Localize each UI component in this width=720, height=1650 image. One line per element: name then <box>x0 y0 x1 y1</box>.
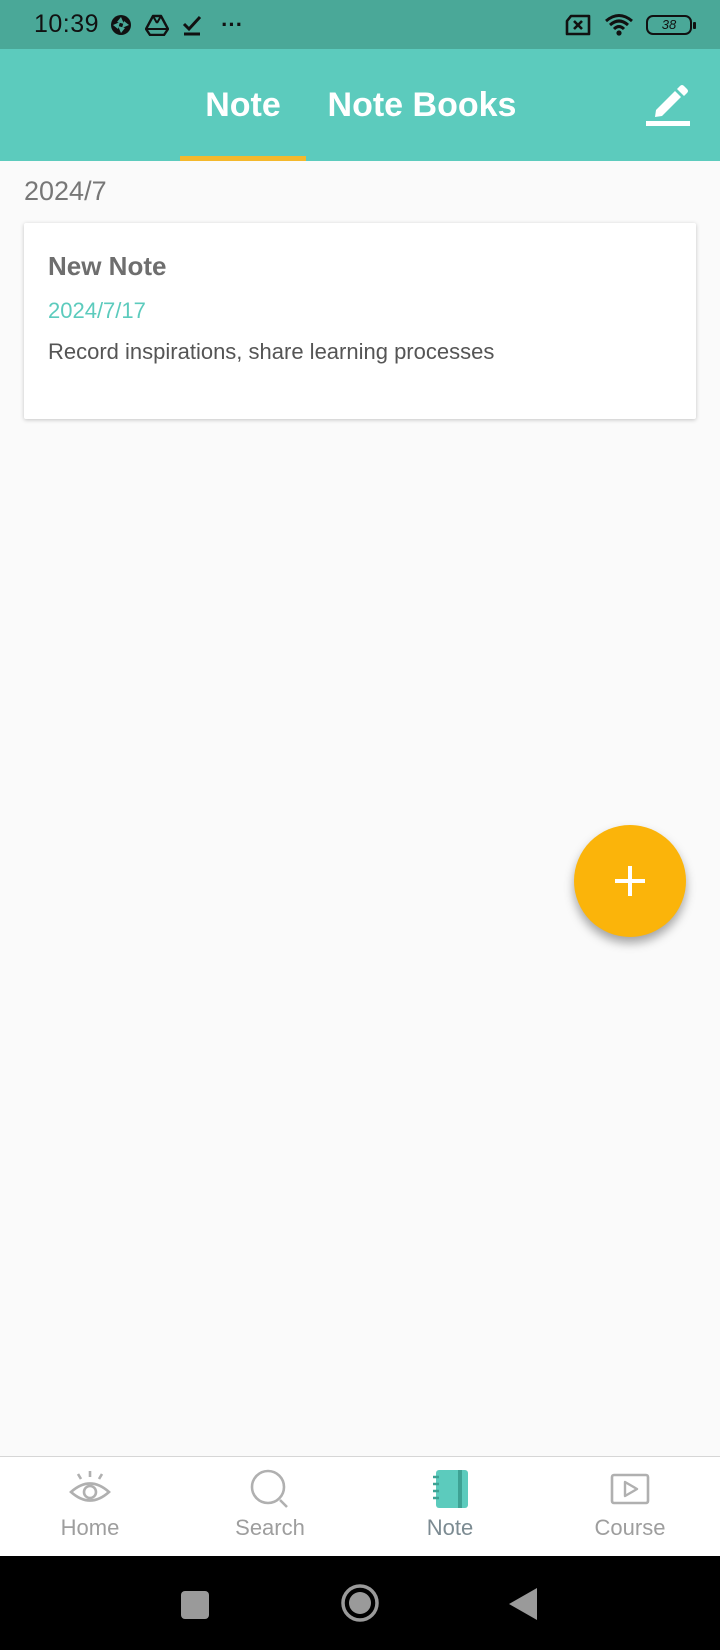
check-icon <box>183 15 202 35</box>
note-card[interactable]: New Note 2024/7/17 Record inspirations, … <box>24 223 696 419</box>
status-time: 10:39 <box>34 10 100 38</box>
back-button[interactable] <box>507 1586 539 1622</box>
nav-item-course[interactable]: Course <box>540 1457 720 1556</box>
nav-label-search: Search <box>235 1515 305 1540</box>
home-button[interactable] <box>340 1583 380 1623</box>
note-date: 2024/7/17 <box>48 298 146 323</box>
bottom-nav: Home Search Note Course <box>0 1456 720 1556</box>
status-notification-icons: ··· <box>109 12 243 38</box>
system-nav-bar <box>0 1556 720 1650</box>
nav-item-note[interactable]: Note <box>360 1457 540 1556</box>
note-preview: Record inspirations, share learning proc… <box>48 339 495 364</box>
nav-label-home: Home <box>60 1515 120 1540</box>
aperture-icon <box>111 14 132 35</box>
nav-label-note: Note <box>426 1515 474 1540</box>
plus-icon <box>615 866 645 896</box>
battery-level: 38 <box>661 17 677 32</box>
note-title: New Note <box>48 251 167 281</box>
pencil-icon <box>646 85 690 126</box>
status-system-icons: 38 <box>564 0 696 49</box>
tab-note-books[interactable]: Note Books <box>318 49 526 161</box>
drive-icon <box>145 14 170 36</box>
nav-item-home[interactable]: Home <box>0 1457 180 1556</box>
battery-icon: 38 <box>646 14 696 35</box>
edit-button[interactable] <box>644 79 694 129</box>
play-icon <box>610 1473 650 1505</box>
eye-icon <box>69 1471 111 1502</box>
recents-button[interactable] <box>180 1590 210 1620</box>
month-header: 2024/7 <box>24 176 107 206</box>
app-bar: Note Note Books <box>0 49 720 161</box>
tab-note-books-label: Note Books <box>327 85 517 124</box>
tab-note[interactable]: Note <box>180 49 306 161</box>
search-icon <box>250 1469 288 1508</box>
nav-item-search[interactable]: Search <box>180 1457 360 1556</box>
nav-label-course: Course <box>594 1515 666 1540</box>
wifi-icon <box>605 13 633 36</box>
notebook-icon <box>433 1470 468 1508</box>
no-sim-icon <box>565 14 591 35</box>
more-notifications-icon: ··· <box>221 11 244 37</box>
add-note-button[interactable] <box>574 825 686 937</box>
status-bar: 10:39 ··· 38 <box>0 0 720 49</box>
tab-note-label: Note <box>205 85 281 124</box>
